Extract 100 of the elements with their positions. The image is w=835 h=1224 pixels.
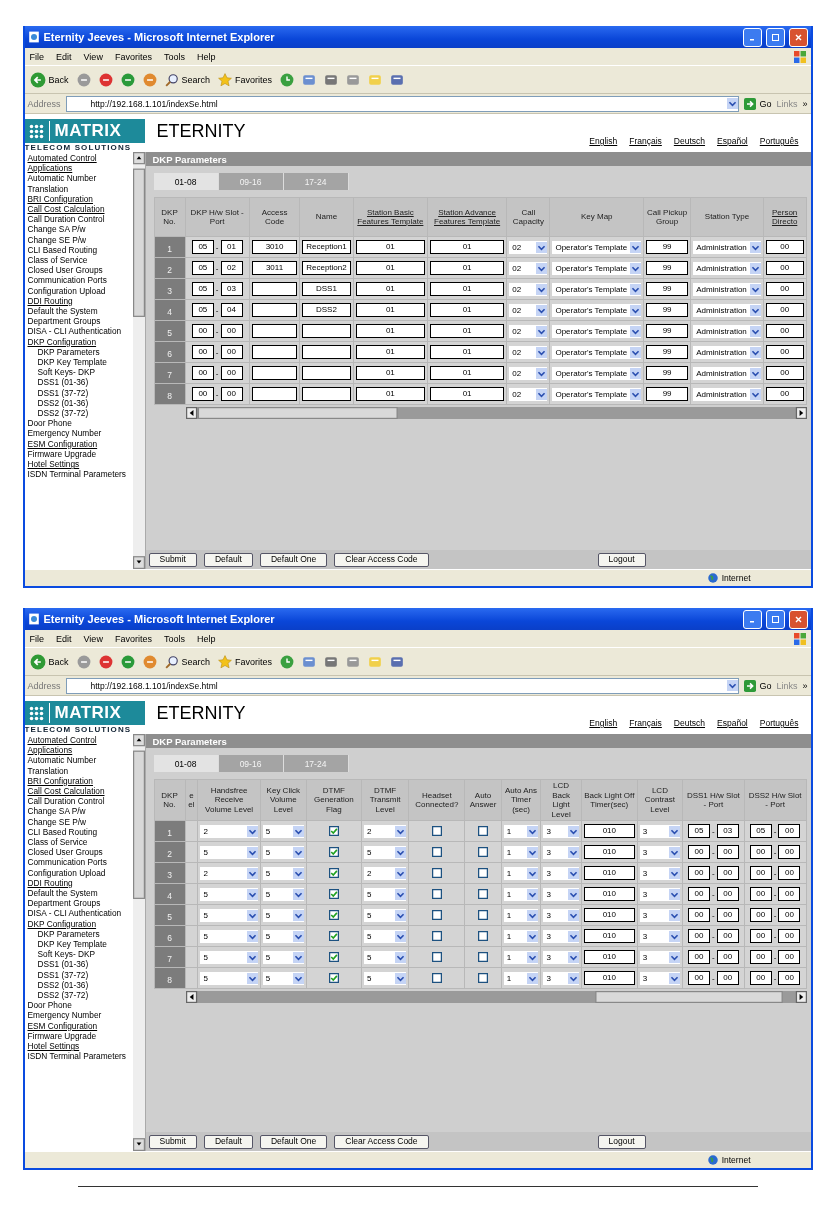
slot-field[interactable]: 00	[688, 887, 710, 901]
language-link[interactable]: Deutsch	[673, 136, 706, 146]
select-field[interactable]: 5	[262, 845, 304, 859]
vertical-scrollbar[interactable]	[132, 734, 145, 1151]
checkbox[interactable]	[328, 973, 339, 983]
sidebar-link[interactable]: DSS1 (01-36)	[27, 377, 133, 388]
slot-field[interactable]: 00	[191, 387, 214, 401]
checkbox[interactable]	[431, 847, 442, 857]
sidebar-link[interactable]: DKP Key Template	[27, 939, 133, 950]
checkbox[interactable]	[478, 889, 489, 899]
sidebar-link[interactable]: DISA - CLI Authentication	[27, 908, 133, 919]
sidebar-link[interactable]: Closed User Groups	[27, 265, 133, 276]
input-field[interactable]: 01	[355, 366, 425, 380]
select-field[interactable]: 3	[543, 824, 579, 838]
menu-item[interactable]: File	[29, 51, 44, 62]
address-field[interactable]: http://192.168.1.101/indexSe.html	[65, 95, 740, 112]
sidebar-link[interactable]: Call Cost Calculation	[27, 204, 133, 215]
horizontal-scrollbar[interactable]	[185, 991, 807, 1003]
select-field[interactable]: 3	[639, 887, 680, 901]
input-field[interactable]	[251, 282, 298, 296]
sidebar-link[interactable]: ESM Configuration	[27, 1020, 133, 1031]
slot-field[interactable]: 00	[749, 971, 772, 985]
input-field[interactable]: 010	[583, 950, 635, 964]
action-button[interactable]: Default One	[259, 552, 328, 567]
slot-field[interactable]: 05	[688, 824, 710, 838]
select-field[interactable]: 5	[363, 950, 407, 964]
sidebar-link[interactable]: Class of Service	[27, 837, 133, 848]
select-field[interactable]: 3	[639, 950, 680, 964]
input-field[interactable]: 99	[646, 261, 689, 275]
input-field[interactable]: 010	[583, 824, 635, 838]
input-field[interactable]: 99	[646, 240, 689, 254]
port-field[interactable]: 00	[716, 971, 739, 985]
sidebar-link[interactable]: DKP Key Template	[27, 357, 133, 368]
sidebar-link[interactable]: Hotel Settings	[27, 1041, 133, 1052]
select-field[interactable]: 5	[200, 929, 258, 943]
checkbox[interactable]	[328, 847, 339, 857]
slot-field[interactable]: 00	[688, 971, 710, 985]
sidebar-link[interactable]: Soft Keys- DKP	[27, 367, 133, 378]
sidebar-link[interactable]: Automated Control Applications	[27, 153, 133, 174]
menu-item[interactable]: Help	[196, 633, 216, 644]
slot-field[interactable]: 00	[191, 345, 214, 359]
input-field[interactable]: 010	[583, 929, 635, 943]
port-field[interactable]: 00	[716, 950, 739, 964]
sidebar-link[interactable]: DSS1 (37-72)	[27, 387, 133, 398]
menu-item[interactable]: Tools	[163, 633, 185, 644]
checkbox[interactable]	[328, 826, 339, 836]
search-button[interactable]: Search	[164, 654, 211, 669]
input-field[interactable]: 01	[429, 324, 505, 338]
select-field[interactable]: 3	[543, 971, 579, 985]
select-field[interactable]: 02	[509, 240, 548, 254]
slot-field[interactable]: 05	[191, 303, 214, 317]
sidebar-link[interactable]: Change SE P/w	[27, 816, 133, 827]
input-field[interactable]: 01	[429, 240, 505, 254]
input-field[interactable]: 01	[429, 303, 505, 317]
sidebar-link[interactable]: DSS2 (01-36)	[27, 397, 133, 409]
select-field[interactable]: 3	[543, 866, 579, 880]
search-button[interactable]: Search	[164, 72, 211, 87]
tab[interactable]: 01-08	[153, 755, 219, 772]
port-field[interactable]: 00	[778, 971, 801, 985]
checkbox[interactable]	[431, 973, 442, 983]
input-field[interactable]	[251, 366, 298, 380]
menu-item[interactable]: Tools	[163, 51, 185, 62]
input-field[interactable]: 01	[355, 261, 425, 275]
checkbox[interactable]	[478, 910, 489, 920]
port-field[interactable]: 00	[716, 908, 739, 922]
input-field[interactable]: 00	[765, 366, 804, 380]
checkbox[interactable]	[431, 952, 442, 962]
action-button[interactable]: Clear Access Code	[334, 552, 429, 567]
logout-button[interactable]: Logout	[597, 552, 646, 567]
input-field[interactable]: 010	[583, 908, 635, 922]
action-button[interactable]: Default One	[259, 1134, 328, 1149]
checkbox[interactable]	[328, 868, 339, 878]
select-field[interactable]: 02	[509, 261, 548, 275]
select-field[interactable]: 5	[262, 824, 304, 838]
sidebar-link[interactable]: DSS2 (37-72)	[27, 408, 133, 419]
sidebar-link[interactable]: DKP Configuration	[27, 918, 133, 929]
slot-field[interactable]: 05	[191, 240, 214, 254]
language-link[interactable]: Português	[759, 136, 799, 146]
input-field[interactable]	[251, 345, 298, 359]
sidebar-link[interactable]: Communication Ports	[27, 857, 133, 868]
select-field[interactable]: 5	[200, 908, 258, 922]
input-field[interactable]: DSS2	[302, 303, 351, 317]
select-field[interactable]: 02	[509, 303, 548, 317]
favorites-button[interactable]: Favorites	[218, 72, 273, 87]
select-field[interactable]: 02	[509, 387, 548, 401]
favorites-button[interactable]: Favorites	[218, 654, 273, 669]
select-field[interactable]: 5	[200, 887, 258, 901]
select-field[interactable]: 5	[363, 908, 407, 922]
select-field[interactable]: 3	[639, 845, 680, 859]
input-field[interactable]: 01	[429, 261, 505, 275]
select-field[interactable]: 5	[262, 887, 304, 901]
back-button[interactable]: Back	[29, 71, 69, 88]
horizontal-scrollbar[interactable]	[185, 407, 807, 419]
select-field[interactable]: 2	[363, 866, 407, 880]
select-field[interactable]: 1	[503, 971, 539, 985]
port-field[interactable]: 00	[716, 845, 739, 859]
minimize-button[interactable]	[742, 27, 762, 47]
select-field[interactable]: 3	[639, 908, 680, 922]
select-field[interactable]: 2	[363, 824, 407, 838]
language-link[interactable]: Português	[759, 718, 799, 728]
